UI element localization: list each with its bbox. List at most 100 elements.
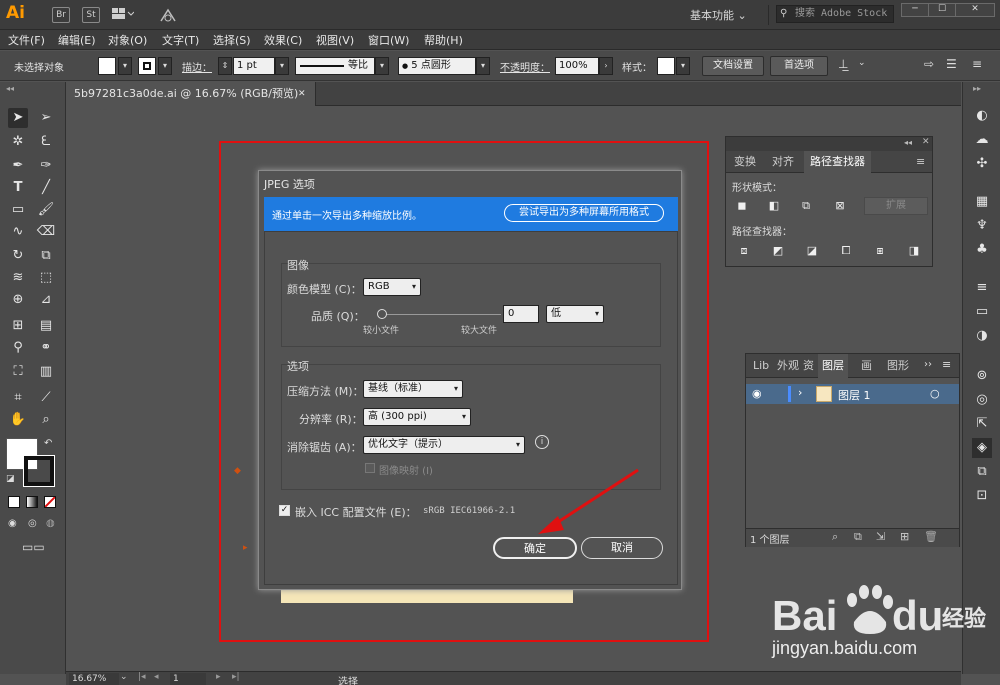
stroke-dropdown[interactable]: ▾ (158, 57, 172, 75)
tab-assets[interactable]: 资 (800, 354, 817, 378)
try-export-screens-button[interactable]: 尝试导出为多种屏幕所用格式 (504, 204, 664, 222)
ok-button[interactable]: 确定 (493, 537, 577, 559)
stroke-profile-dropdown[interactable]: ▾ (375, 57, 389, 75)
visibility-eye-icon[interactable]: ◉ (752, 387, 762, 400)
outline-icon[interactable]: ⧆ (872, 244, 888, 258)
menu-object[interactable]: 对象(O) (108, 32, 147, 48)
symbol-sprayer-tool-icon[interactable]: ⛶ (8, 362, 28, 382)
paintbrush-tool-icon[interactable]: 🖌 (36, 200, 56, 220)
appearance-panel-icon[interactable]: ◎ (972, 390, 992, 410)
antialias-select[interactable]: 优化文字（提示） ▾ (363, 436, 525, 454)
menu-effect[interactable]: 效果(C) (264, 32, 302, 48)
draw-normal-icon[interactable]: ◉ (8, 518, 17, 529)
zoom-dropdown[interactable]: ⌄ (120, 672, 128, 682)
expand-button[interactable]: 扩展 (864, 197, 928, 215)
mesh-tool-icon[interactable]: ⊞ (8, 316, 28, 336)
color-guide-icon[interactable]: ☁ (972, 130, 992, 150)
opacity-label[interactable]: 不透明度： (500, 59, 550, 74)
artboard-input[interactable]: 1 (170, 673, 206, 685)
tab-graphics[interactable]: 图形 (884, 354, 912, 378)
quality-input[interactable]: 0 (503, 305, 539, 323)
tab-libraries[interactable]: Lib (750, 354, 772, 378)
stroke-panel-icon[interactable]: ≡ (972, 278, 992, 298)
preferences-button[interactable]: 首选项 (770, 56, 828, 76)
delete-layer-icon[interactable]: 🗑 (924, 530, 938, 543)
panel-menu-icon[interactable]: ≡ (942, 358, 951, 371)
export-icon[interactable]: ⇱ (972, 414, 992, 434)
minus-front-icon[interactable]: ◧ (766, 199, 782, 213)
color-mode-icon[interactable] (8, 496, 20, 508)
more-tabs-icon[interactable]: ›› (924, 359, 932, 370)
curvature-tool-icon[interactable]: ✑ (36, 156, 56, 176)
quality-slider-track[interactable] (383, 314, 501, 315)
screen-mode-icon[interactable]: ▭▭ (22, 540, 45, 554)
creative-cloud-icon[interactable]: ⊚ (972, 366, 992, 386)
cancel-button[interactable]: 取消 (581, 537, 663, 559)
stock-search-input[interactable]: ⚲ 搜索 Adobe Stock (776, 5, 894, 23)
eraser-tool-icon[interactable]: ⌫ (36, 222, 56, 242)
arrange-documents-icon[interactable] (112, 8, 135, 20)
stroke-weight-stepper[interactable]: ⇕ (218, 57, 232, 75)
layer-name[interactable]: 图层 1 (838, 387, 871, 403)
blend-tool-icon[interactable]: ⚭ (36, 338, 56, 358)
document-setup-button[interactable]: 文档设置 (702, 56, 764, 76)
eyedropper-tool-icon[interactable]: ⚲ (8, 338, 28, 358)
embed-icc-checkbox[interactable]: ✓ (279, 505, 290, 516)
stroke-label[interactable]: 描边： (182, 59, 212, 74)
info-icon[interactable]: i (535, 435, 549, 449)
expand-layer-icon[interactable]: › (798, 386, 802, 399)
fill-dropdown[interactable]: ▾ (118, 57, 132, 75)
resolution-select[interactable]: 高 (300 ppi) ▾ (363, 408, 471, 426)
workspace-switcher[interactable]: 基本功能 ⌄ (690, 7, 747, 23)
draw-inside-icon[interactable]: ◍ (46, 518, 55, 529)
control-menu-icon[interactable]: ≡ (972, 57, 982, 71)
gradient-tool-icon[interactable]: ▤ (36, 316, 56, 336)
draw-behind-icon[interactable]: ◎ (28, 518, 37, 529)
new-layer-icon[interactable]: ⊞ (900, 530, 909, 543)
minus-back-icon[interactable]: ◨ (906, 244, 922, 258)
color-panel-icon[interactable]: ◐ (972, 106, 992, 126)
divide-icon[interactable]: ⧈ (736, 244, 752, 258)
merge-icon[interactable]: ◪ (804, 244, 820, 258)
graphic-style-dropdown[interactable]: ▾ (676, 57, 690, 75)
collapse-icon[interactable]: ▸▸ (973, 84, 981, 93)
tab-align[interactable]: 对齐 (766, 151, 800, 173)
menu-help[interactable]: 帮助(H) (424, 32, 463, 48)
stroke-weight-input[interactable]: 1 pt (233, 57, 275, 75)
gpu-performance-icon[interactable] (158, 6, 178, 24)
brush-definition-select[interactable]: ● 5 点圆形 (398, 57, 476, 75)
minimize-button[interactable]: ─ (901, 3, 929, 17)
free-transform-tool-icon[interactable]: ⬚ (36, 268, 56, 288)
collapse-icon[interactable]: ◂◂ (6, 84, 14, 93)
menu-edit[interactable]: 编辑(E) (58, 32, 96, 48)
close-button[interactable]: ✕ (955, 3, 995, 17)
rotate-tool-icon[interactable]: ↻ (8, 246, 28, 266)
document-tab[interactable]: 5b97281c3a0de.ai @ 16.67% (RGB/预览) ✕ (66, 82, 316, 106)
magic-wand-tool-icon[interactable]: ✲ (8, 132, 28, 152)
menu-view[interactable]: 视图(V) (316, 32, 354, 48)
collapse-icon[interactable]: ◂◂ (904, 138, 912, 147)
column-graph-tool-icon[interactable]: ▥ (36, 362, 56, 382)
fill-swatch[interactable] (98, 57, 116, 75)
opacity-expand[interactable]: › (599, 57, 613, 75)
intersect-icon[interactable]: ⧉ (798, 199, 814, 213)
perspective-grid-tool-icon[interactable]: ⊿ (36, 290, 56, 310)
trim-icon[interactable]: ◩ (770, 244, 786, 258)
crop-icon[interactable]: ⧠ (838, 244, 854, 258)
slice-tool-icon[interactable]: ⟋ (36, 388, 56, 408)
panel-menu-icon[interactable]: ≡ (916, 155, 925, 168)
isolate-icon[interactable]: ⇨ (924, 57, 934, 71)
menu-select[interactable]: 选择(S) (213, 32, 251, 48)
recolor-icon[interactable]: ✣ (972, 154, 992, 174)
type-tool-icon[interactable]: T (8, 178, 28, 198)
color-model-select[interactable]: RGB ▾ (363, 278, 421, 296)
zoom-tool-icon[interactable]: ⌕ (36, 410, 56, 430)
hand-tool-icon[interactable]: ✋ (8, 410, 28, 430)
menu-type[interactable]: 文字(T) (162, 32, 199, 48)
compression-select[interactable]: 基线（标准） ▾ (363, 380, 463, 398)
maximize-button[interactable]: ☐ (928, 3, 956, 17)
close-tab-icon[interactable]: ✕ (298, 82, 306, 106)
stroke-weight-dropdown[interactable]: ▾ (275, 57, 289, 75)
stroke-color-indicator[interactable] (23, 455, 55, 487)
brush-dropdown[interactable]: ▾ (476, 57, 490, 75)
